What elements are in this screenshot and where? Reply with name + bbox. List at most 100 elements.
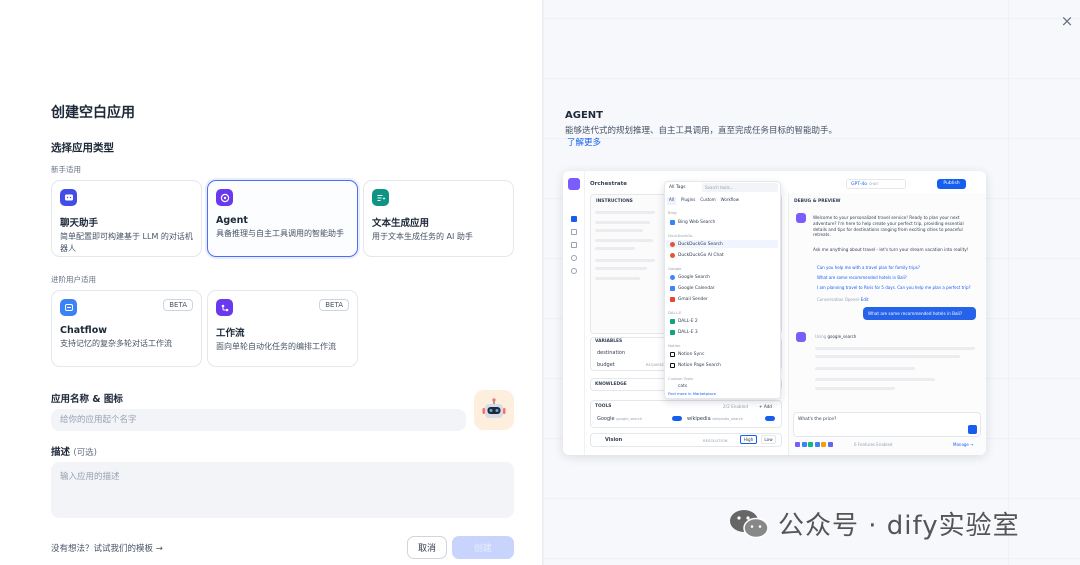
card-chatflow[interactable]: BETA Chatflow 支持记忆的复杂多轮对话工作流 bbox=[51, 290, 202, 367]
description-label-text: 描述 bbox=[51, 447, 71, 458]
nav-logs-icon bbox=[571, 242, 577, 248]
preview-chat-input: What's the price? bbox=[793, 412, 981, 437]
tab-custom: Custom bbox=[700, 197, 716, 202]
manage-link: Manage → bbox=[953, 442, 974, 447]
learn-more-link[interactable]: 了解更多 bbox=[567, 136, 601, 148]
tool-google: Google google_search bbox=[597, 416, 642, 422]
debug-label: DEBUG & PREVIEW bbox=[794, 199, 841, 204]
tool-google-toggle bbox=[672, 416, 682, 421]
chat-icon bbox=[60, 189, 77, 206]
user-message: What are some recommended hotels in Bali… bbox=[863, 307, 976, 320]
robot-icon bbox=[216, 189, 233, 206]
resolution-label: RESOLUTION bbox=[703, 438, 728, 443]
description-label: 描述 (可选) bbox=[51, 444, 97, 458]
tool-item: DuckDuckGo Search bbox=[678, 242, 723, 247]
template-link[interactable]: 没有想法？试试我们的模板 → bbox=[51, 542, 163, 554]
tab-all: All bbox=[667, 197, 676, 205]
tool-item: Notion Page Search bbox=[678, 363, 721, 368]
resolution-low: Low bbox=[761, 435, 776, 444]
form-panel: 创建空白应用 选择应用类型 新手适用 聊天助手 简单配置即可构建基于 LLM 的… bbox=[0, 0, 542, 565]
app-icon-picker[interactable] bbox=[474, 390, 514, 430]
nav-api-icon bbox=[571, 229, 577, 235]
tool-item: DuckDuckGo AI Chat bbox=[678, 253, 724, 258]
create-button[interactable]: 创建 bbox=[452, 536, 514, 559]
tool-google-id: google_search bbox=[616, 417, 643, 421]
card-desc: 用于文本生成任务的 AI 助手 bbox=[372, 232, 473, 241]
tool-item: DALL-E 2 bbox=[678, 319, 698, 324]
wechat-logo-icon bbox=[730, 509, 769, 538]
preview-tools bbox=[590, 400, 782, 428]
tools-add-button: + Add bbox=[759, 404, 772, 409]
group-dalle: DALL-E bbox=[668, 310, 682, 315]
tool-wikipedia-toggle bbox=[765, 416, 775, 421]
notion-icon bbox=[670, 363, 675, 368]
using-tool-row: Using google_search bbox=[815, 334, 856, 339]
variable-destination: destination bbox=[597, 350, 626, 356]
card-chat-assistant[interactable]: 聊天助手 简单配置即可构建基于 LLM 的对话机器人 bbox=[51, 180, 202, 257]
cancel-button[interactable]: 取消 bbox=[407, 536, 447, 559]
bot-avatar-icon bbox=[796, 332, 806, 342]
opener-row: Conversation Opener Edit bbox=[817, 297, 869, 302]
description-textarea[interactable]: 输入应用的描述 bbox=[51, 462, 514, 518]
card-title: Chatflow bbox=[60, 325, 108, 336]
duckduckgo-icon bbox=[670, 242, 675, 247]
features-enabled: 6 Features Enabled bbox=[854, 442, 893, 447]
beta-badge: BETA bbox=[163, 299, 193, 311]
card-text-generator[interactable]: 文本生成应用 用于文本生成任务的 AI 助手 bbox=[363, 180, 514, 257]
tool-tabs: All Plugins Custom Workflow bbox=[667, 197, 772, 205]
group-bing: Bing bbox=[668, 210, 677, 215]
agent-preview-screenshot: Orchestrate GPT-4o CHAT Publish INSTRUCT… bbox=[563, 171, 986, 455]
dalle-icon bbox=[670, 319, 675, 324]
watermark: 公众号 · dify实验室 bbox=[728, 505, 1020, 542]
tool-google-name: Google bbox=[597, 416, 615, 422]
marketplace-link: Find more in Marketplace bbox=[668, 391, 716, 396]
text-generate-icon bbox=[372, 189, 389, 206]
watermark-text: 公众号 · dify实验室 bbox=[778, 511, 1020, 541]
workflow-icon bbox=[216, 299, 233, 316]
nav-monitor-icon bbox=[571, 268, 577, 274]
resolution-high: High bbox=[740, 435, 757, 444]
variable-budget: budget bbox=[597, 362, 615, 368]
preview-heading: AGENT bbox=[565, 110, 603, 121]
tools-label: TOOLS bbox=[595, 404, 612, 409]
app-name-label: 应用名称 & 图标 bbox=[51, 394, 123, 405]
app-type-heading: 选择应用类型 bbox=[51, 142, 114, 154]
suggestion-1: Can you help me with a travel plan for f… bbox=[817, 265, 920, 270]
preview-description: 能够迭代式的规划推理、自主工具调用，直至完成任务目标的智能助手。 bbox=[565, 126, 838, 136]
chat-badge: CHAT bbox=[868, 182, 879, 186]
close-icon[interactable]: × bbox=[1056, 10, 1078, 32]
tool-item: Gmail Sender bbox=[678, 297, 708, 302]
all-tags-filter: All Tags bbox=[669, 185, 686, 190]
model-name: GPT-4o bbox=[851, 182, 868, 187]
variables-label: VARIABLES bbox=[595, 339, 623, 344]
preview-publish-button: Publish bbox=[937, 179, 966, 189]
card-title: 聊天助手 bbox=[60, 218, 99, 229]
card-agent[interactable]: Agent 具备推理与自主工具调用的智能助手 bbox=[207, 180, 358, 257]
card-desc: 支持记忆的复杂多轮对话工作流 bbox=[60, 339, 172, 348]
group-notion: Notion bbox=[668, 343, 681, 348]
dialog-title: 创建空白应用 bbox=[51, 105, 135, 121]
create-app-dialog: 创建空白应用 选择应用类型 新手适用 聊天助手 简单配置即可构建基于 LLM 的… bbox=[0, 0, 1080, 565]
google-icon bbox=[670, 275, 675, 280]
feature-icons bbox=[795, 442, 851, 449]
dalle-icon bbox=[670, 330, 675, 335]
app-name-input[interactable]: 给你的应用起个名字 bbox=[51, 409, 466, 431]
bing-icon bbox=[670, 220, 675, 225]
group-custom: Custom Tools bbox=[668, 376, 694, 381]
using-tool-name: google_search bbox=[827, 334, 857, 339]
tool-item: Bing Web Search bbox=[678, 220, 716, 225]
tab-workflow: Workflow bbox=[720, 197, 739, 202]
optional-hint: (可选) bbox=[73, 448, 97, 458]
group-google: Google bbox=[668, 266, 682, 271]
suggestion-3: I am planning travel to Paris for 5 days… bbox=[817, 285, 971, 290]
required-badge: REQUIRED bbox=[646, 363, 665, 367]
bot-avatar-icon bbox=[796, 213, 806, 223]
card-desc: 面向单轮自动化任务的编排工作流 bbox=[216, 342, 336, 351]
nav-annotation-icon bbox=[571, 255, 577, 261]
beginner-label: 新手适用 bbox=[51, 165, 81, 174]
duckduckgo-icon bbox=[670, 253, 675, 258]
robot-avatar-icon bbox=[482, 398, 506, 418]
tool-wikipedia-name: wikipedia bbox=[687, 416, 711, 422]
preview-orchestrate-title: Orchestrate bbox=[590, 181, 627, 187]
card-workflow[interactable]: BETA 工作流 面向单轮自动化任务的编排工作流 bbox=[207, 290, 358, 367]
